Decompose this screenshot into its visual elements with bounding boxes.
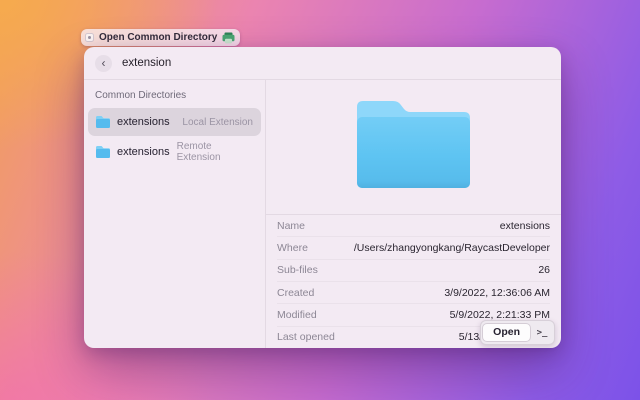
- directory-type: Local Extension: [182, 117, 253, 128]
- directory-name: extensions: [117, 116, 170, 128]
- meta-row-subfiles: Sub-files 26: [277, 260, 550, 282]
- folder-icon: [357, 101, 470, 193]
- printer-icon: [222, 32, 235, 44]
- sidebar-item-local-extension[interactable]: extensions Local Extension: [88, 108, 261, 136]
- sidebar-section-title: Common Directories: [95, 90, 261, 101]
- directory-name: extensions: [117, 146, 170, 158]
- meta-label: Last opened: [277, 331, 335, 343]
- terminal-prompt-icon: >_: [537, 328, 548, 338]
- app-icon: [85, 33, 94, 42]
- sidebar-item-remote-extension[interactable]: extensions Remote Extension: [88, 138, 261, 166]
- meta-value: 26: [538, 264, 550, 276]
- meta-row-where: Where /Users/zhangyongkang/RaycastDevelo…: [277, 237, 550, 259]
- window-header: ‹ extension: [84, 47, 561, 80]
- meta-label: Sub-files: [277, 264, 318, 276]
- chevron-left-icon: ‹: [102, 56, 106, 71]
- meta-row-created: Created 3/9/2022, 12:36:06 AM: [277, 282, 550, 304]
- meta-row-name: Name extensions: [277, 215, 550, 237]
- page-title: extension: [122, 57, 171, 69]
- desktop-background: Open Common Directory ‹ extension Common…: [0, 0, 640, 400]
- sidebar: Common Directories extensions Local Exte…: [84, 80, 266, 348]
- meta-label: Modified: [277, 309, 317, 321]
- window-body: Common Directories extensions Local Exte…: [84, 80, 561, 348]
- meta-label: Name: [277, 220, 305, 232]
- meta-value: 3/9/2022, 12:36:06 AM: [444, 287, 550, 299]
- meta-value: extensions: [500, 220, 550, 232]
- folder-preview: [266, 80, 561, 215]
- meta-label: Created: [277, 287, 314, 299]
- launcher-tag[interactable]: Open Common Directory: [81, 29, 240, 46]
- back-button[interactable]: ‹: [95, 55, 112, 72]
- folder-icon: [96, 116, 110, 128]
- directory-type: Remote Extension: [177, 141, 253, 163]
- terminal-button[interactable]: >_: [531, 323, 553, 342]
- folder-icon: [96, 146, 110, 158]
- action-bar: Open >_: [480, 320, 555, 345]
- raycast-window: ‹ extension Common Directories extension…: [84, 47, 561, 348]
- meta-value: /Users/zhangyongkang/RaycastDeveloper: [354, 242, 550, 254]
- detail-panel: Name extensions Where /Users/zhangyongka…: [266, 80, 561, 348]
- open-button[interactable]: Open: [482, 323, 531, 342]
- meta-label: Where: [277, 242, 308, 254]
- launcher-tag-label: Open Common Directory: [99, 32, 217, 43]
